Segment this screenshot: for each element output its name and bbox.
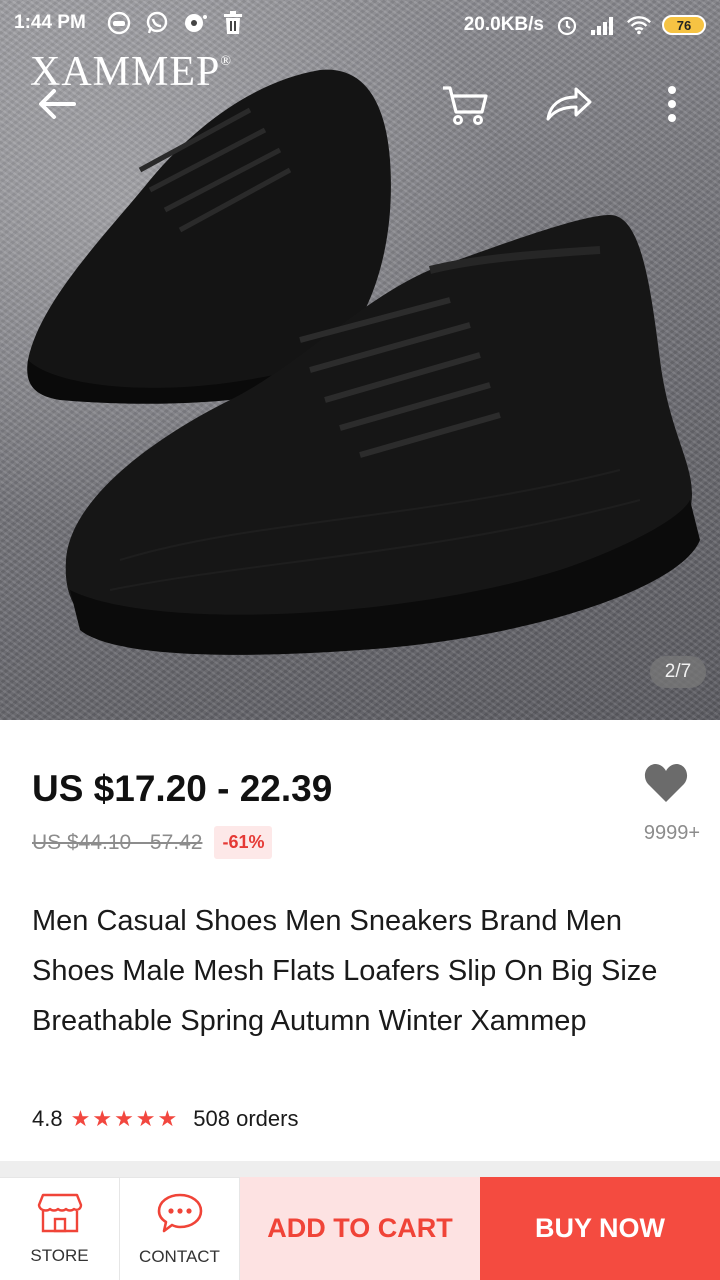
alarm-icon — [554, 12, 580, 38]
discount-badge: -61% — [214, 826, 273, 859]
original-price: US $44.10 - 57.42 — [32, 830, 203, 854]
wishlist-button[interactable] — [638, 762, 694, 810]
share-button[interactable] — [540, 78, 596, 134]
product-image — [27, 69, 700, 655]
star-icon: ★ — [157, 1106, 178, 1131]
status-time: 1:44 PM — [14, 12, 86, 33]
network-speed: 20.0KB/s — [463, 14, 544, 35]
delete-icon — [220, 10, 246, 36]
rating-stars: ★ ★ ★ ★ ★ — [71, 1108, 178, 1130]
back-arrow-icon — [36, 87, 76, 126]
cart-icon — [440, 82, 488, 131]
product-price: US $17.20 - 22.39 — [32, 768, 333, 809]
wifi-icon — [626, 12, 652, 38]
status-bar: 1:44 PM 20.0KB/s 76 — [0, 0, 720, 48]
imo-icon — [106, 10, 132, 36]
bottom-action-bar: STORE CONTACT ADD TO CART BUY NOW — [0, 1177, 720, 1280]
share-icon — [544, 85, 592, 128]
contact-label: CONTACT — [139, 1246, 220, 1266]
more-vertical-icon — [666, 85, 678, 128]
product-image-gallery[interactable]: 1:44 PM 20.0KB/s 76 XAMMEP® 2/7 — [0, 0, 720, 720]
add-to-cart-button[interactable]: ADD TO CART — [240, 1177, 480, 1280]
rating-row[interactable]: 4.8 ★ ★ ★ ★ ★ 508 orders — [32, 1106, 298, 1132]
chat-icon — [156, 1192, 204, 1239]
notification-icons — [106, 10, 246, 36]
status-right: 20.0KB/s 76 — [464, 12, 706, 38]
star-icon: ★ — [70, 1106, 91, 1131]
wishlist-count: 9999+ — [643, 822, 700, 844]
orders-count: 508 orders — [193, 1106, 299, 1131]
whatsapp-icon — [144, 10, 170, 36]
product-title: Men Casual Shoes Men Sneakers Brand Men … — [32, 905, 658, 1037]
star-icon: ★ — [114, 1106, 134, 1131]
battery-icon: 76 — [662, 15, 706, 35]
heart-icon — [643, 762, 689, 810]
original-price-row: US $44.10 - 57.42 -61% — [32, 826, 273, 859]
store-button[interactable]: STORE — [0, 1177, 120, 1280]
buy-now-button[interactable]: BUY NOW — [480, 1177, 720, 1280]
messenger-icon — [182, 10, 208, 36]
star-icon: ★ — [135, 1106, 156, 1131]
section-divider — [0, 1161, 720, 1177]
image-counter: 2/7 — [650, 656, 706, 688]
signal-icon — [590, 12, 616, 38]
registered-mark: ® — [220, 54, 233, 69]
back-button[interactable] — [28, 78, 84, 134]
contact-button[interactable]: CONTACT — [120, 1177, 240, 1280]
rating-value: 4.8 — [32, 1106, 63, 1131]
cart-button[interactable] — [436, 78, 492, 134]
store-label: STORE — [30, 1245, 89, 1265]
star-icon: ★ — [92, 1106, 113, 1131]
store-icon — [37, 1193, 83, 1238]
more-button[interactable] — [644, 78, 700, 134]
